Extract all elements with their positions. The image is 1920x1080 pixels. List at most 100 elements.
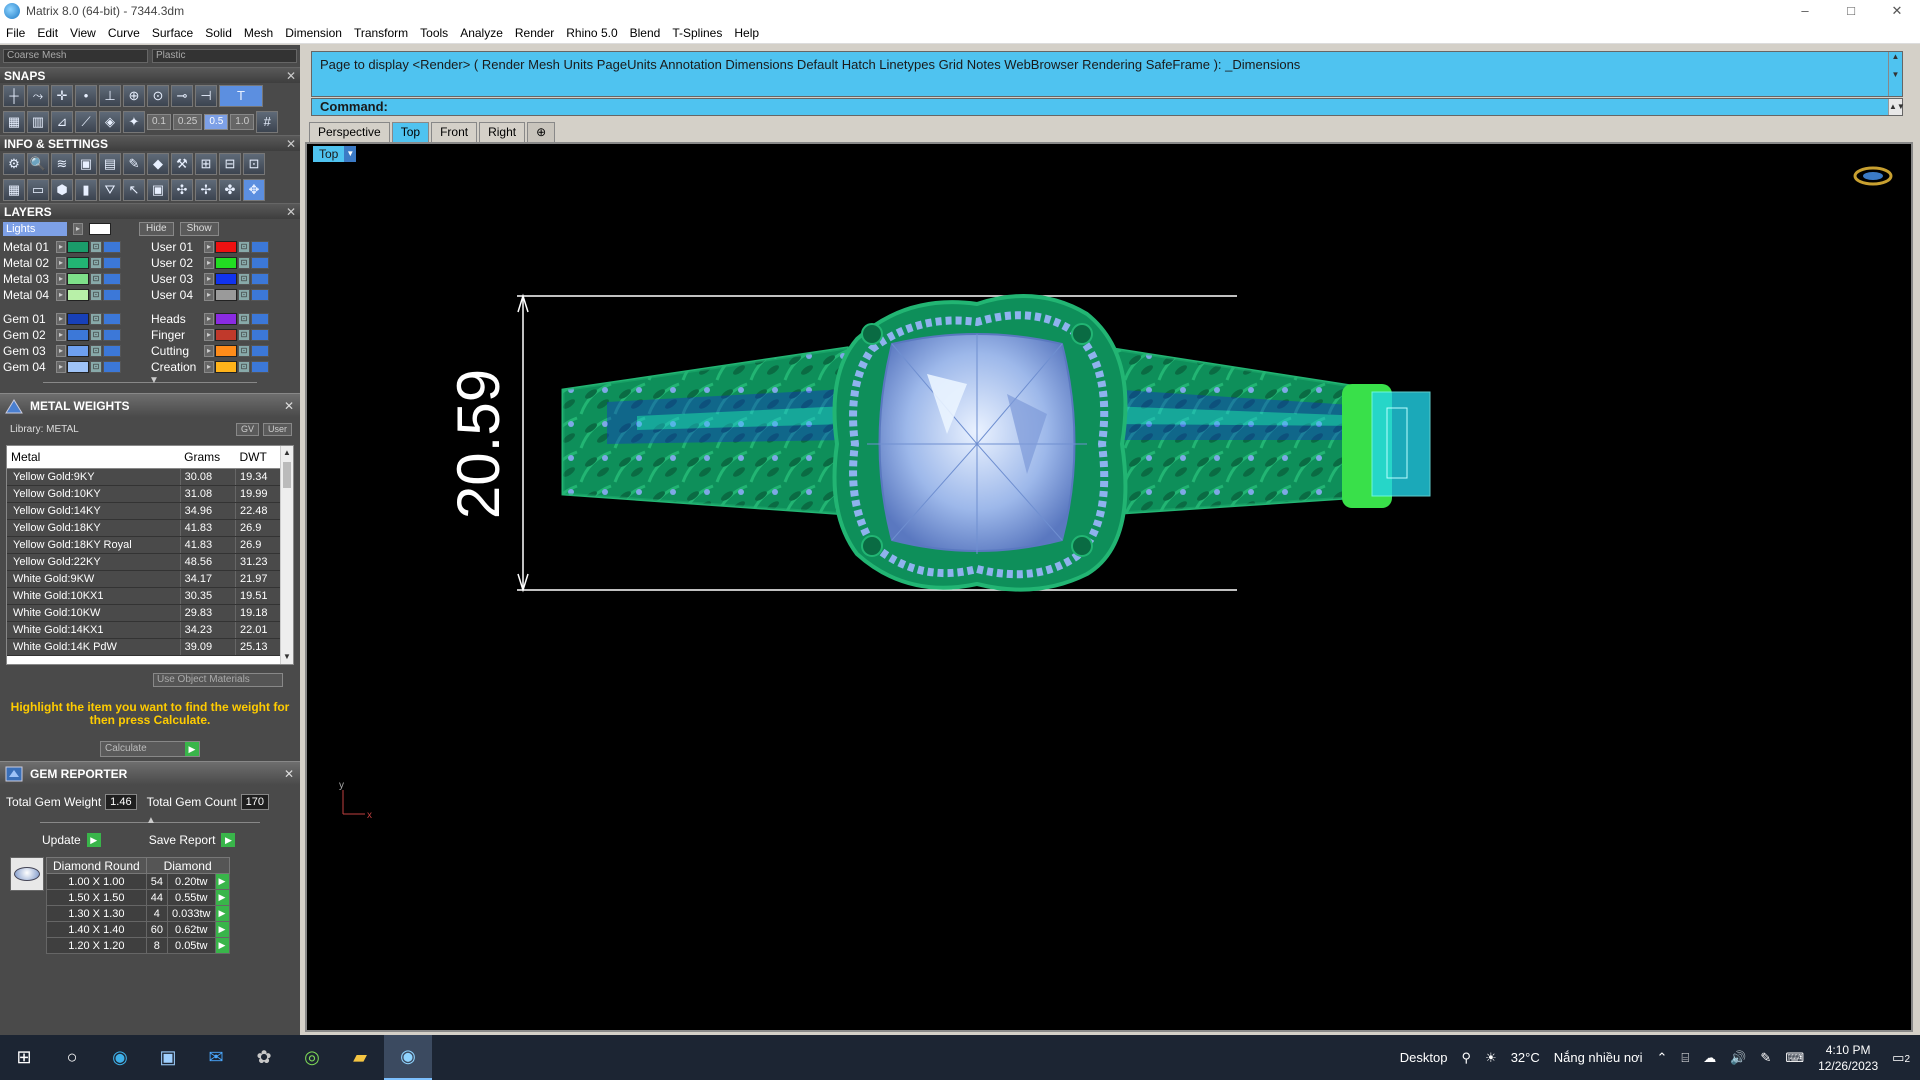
table-row[interactable]: 1.00 X 1.00 54 0.20tw ▶	[46, 873, 230, 890]
visibility-icon[interactable]	[251, 289, 269, 301]
layer-color-swatch[interactable]	[67, 273, 89, 285]
windows-start-icon[interactable]: ⊞	[0, 1035, 48, 1080]
history-scrollbar[interactable]: ▲ ▼	[1888, 52, 1902, 96]
tool-b-icon[interactable]: ⊞	[195, 153, 217, 175]
layer-color-swatch[interactable]	[215, 273, 237, 285]
notifications-icon[interactable]: ▭2	[1892, 1050, 1910, 1066]
tab-perspective[interactable]: Perspective	[309, 122, 390, 142]
network-icon[interactable]: ⌸	[1681, 1050, 1689, 1066]
lock-icon[interactable]: ⊡	[238, 289, 250, 301]
layer-color-swatch[interactable]	[67, 257, 89, 269]
layer-color-swatch[interactable]	[67, 289, 89, 301]
lock-icon[interactable]: ⊡	[90, 289, 102, 301]
play-icon[interactable]: ▶	[214, 873, 230, 890]
layer-color-swatch[interactable]	[215, 257, 237, 269]
layer-arrow-icon[interactable]: ▸	[204, 257, 214, 269]
update-button[interactable]: Update ▶	[12, 832, 101, 848]
planar-icon[interactable]: ▥	[27, 111, 49, 133]
table-row[interactable]: Yellow Gold:18KY 41.83 26.9	[7, 519, 282, 537]
grid-icon[interactable]: #	[256, 111, 279, 133]
save-report-button[interactable]: Save Report ▶	[119, 832, 236, 848]
minimize-button[interactable]: –	[1782, 0, 1828, 22]
layer-color-swatch[interactable]	[215, 241, 237, 253]
calc-icon[interactable]: ▣	[147, 179, 169, 201]
visibility-icon[interactable]	[251, 361, 269, 373]
panel-icon[interactable]: ▮	[75, 179, 97, 201]
scroll-thumb[interactable]	[283, 462, 291, 488]
tab-top[interactable]: Top	[391, 122, 430, 142]
lock-icon[interactable]: ⊡	[238, 313, 250, 325]
grid-view-icon[interactable]: ▦	[3, 179, 25, 201]
pen-icon[interactable]: ✎	[1760, 1050, 1771, 1066]
measure-icon[interactable]: ⟋	[75, 111, 97, 133]
tool-f-icon[interactable]: ✢	[195, 179, 217, 201]
chevron-up-icon[interactable]: ⌃	[1657, 1050, 1668, 1066]
layer-row[interactable]: Metal 02 ▸ ⊡	[3, 255, 147, 271]
close-icon[interactable]: ✕	[286, 204, 296, 220]
table-row[interactable]: 1.40 X 1.40 60 0.62tw ▶	[46, 921, 230, 938]
layer-color-swatch[interactable]	[215, 313, 237, 325]
scroll-down-icon[interactable]: ▼	[281, 650, 293, 664]
layer-row[interactable]: Creation ▸ ⊡	[151, 359, 295, 375]
search-icon[interactable]: ○	[48, 1035, 96, 1080]
close-icon[interactable]: ✕	[286, 68, 296, 84]
visibility-icon[interactable]	[103, 289, 121, 301]
weather-text[interactable]: Nắng nhiều nơi	[1554, 1050, 1643, 1065]
table-row[interactable]: White Gold:14K PdW 39.09 25.13	[7, 638, 282, 656]
menu-view[interactable]: View	[64, 22, 102, 44]
menu-surface[interactable]: Surface	[146, 22, 199, 44]
menu-edit[interactable]: Edit	[31, 22, 64, 44]
snap-end-icon[interactable]: ┼	[3, 85, 25, 107]
tool-d-icon[interactable]: ⊡	[243, 153, 265, 175]
select-icon[interactable]: ↖	[123, 179, 145, 201]
lights-arrow-icon[interactable]: ▸	[73, 223, 83, 235]
play-icon[interactable]: ▶	[214, 889, 230, 906]
snap-value-10[interactable]: 1.0	[230, 114, 255, 130]
temperature[interactable]: 32°C	[1511, 1050, 1540, 1065]
user-button[interactable]: User	[262, 423, 292, 436]
layer-row[interactable]: Gem 01 ▸ ⊡	[3, 311, 147, 327]
maximize-button[interactable]: □	[1828, 0, 1874, 22]
document-icon[interactable]: ▤	[99, 153, 121, 175]
lock-icon[interactable]: ⊡	[238, 241, 250, 253]
table-row[interactable]: Yellow Gold:18KY Royal 41.83 26.9	[7, 536, 282, 554]
zoom-icon[interactable]: 🔍	[27, 153, 49, 175]
layer-arrow-icon[interactable]: ▸	[204, 273, 214, 285]
weather-icon[interactable]: ☀	[1485, 1050, 1497, 1066]
settings-icon[interactable]: ⚙	[3, 153, 25, 175]
ring-orientation-icon[interactable]	[1853, 166, 1893, 186]
table-row[interactable]: White Gold:10KX1 30.35 19.51	[7, 587, 282, 605]
snap-mid-icon[interactable]: •	[75, 85, 97, 107]
visibility-icon[interactable]	[251, 241, 269, 253]
mail-icon[interactable]: ✉	[192, 1035, 240, 1080]
table-row[interactable]: 1.20 X 1.20 8 0.05tw ▶	[46, 937, 230, 954]
col-metal[interactable]: Metal	[7, 446, 181, 469]
col-grams[interactable]: Grams	[180, 446, 236, 469]
visibility-icon[interactable]	[103, 345, 121, 357]
table-row[interactable]: Yellow Gold:14KY 34.96 22.48	[7, 502, 282, 520]
menu-dimension[interactable]: Dimension	[279, 22, 348, 44]
grid-snap-icon[interactable]: ▦	[3, 111, 25, 133]
layer-color-swatch[interactable]	[215, 361, 237, 373]
visibility-icon[interactable]	[103, 361, 121, 373]
edge-browser-icon[interactable]: ◉	[96, 1035, 144, 1080]
visibility-icon[interactable]	[251, 273, 269, 285]
tool-a-icon[interactable]: ⚒	[171, 153, 193, 175]
lock-icon[interactable]: ⊡	[90, 273, 102, 285]
lock-icon[interactable]: ⊡	[90, 241, 102, 253]
layer-color-swatch[interactable]	[67, 241, 89, 253]
layer-arrow-icon[interactable]: ▸	[56, 361, 66, 373]
visibility-icon[interactable]	[251, 313, 269, 325]
play-icon[interactable]: ▶	[214, 937, 230, 954]
layer-row[interactable]: User 03 ▸ ⊡	[151, 271, 295, 287]
menu-curve[interactable]: Curve	[102, 22, 146, 44]
monitor-icon[interactable]: ▭	[27, 179, 49, 201]
filter-icon[interactable]: ⛛	[99, 179, 121, 201]
layer-color-swatch[interactable]	[67, 329, 89, 341]
mesh-quality-select[interactable]: Coarse Mesh	[3, 49, 148, 63]
snap-quad-icon[interactable]: ⊙	[147, 85, 169, 107]
layer-arrow-icon[interactable]: ▸	[56, 257, 66, 269]
table-row[interactable]: White Gold:14KX1 34.23 22.01	[7, 621, 282, 639]
box-icon[interactable]: ⬢	[51, 179, 73, 201]
calculate-button[interactable]: Calculate ▶	[100, 741, 200, 757]
